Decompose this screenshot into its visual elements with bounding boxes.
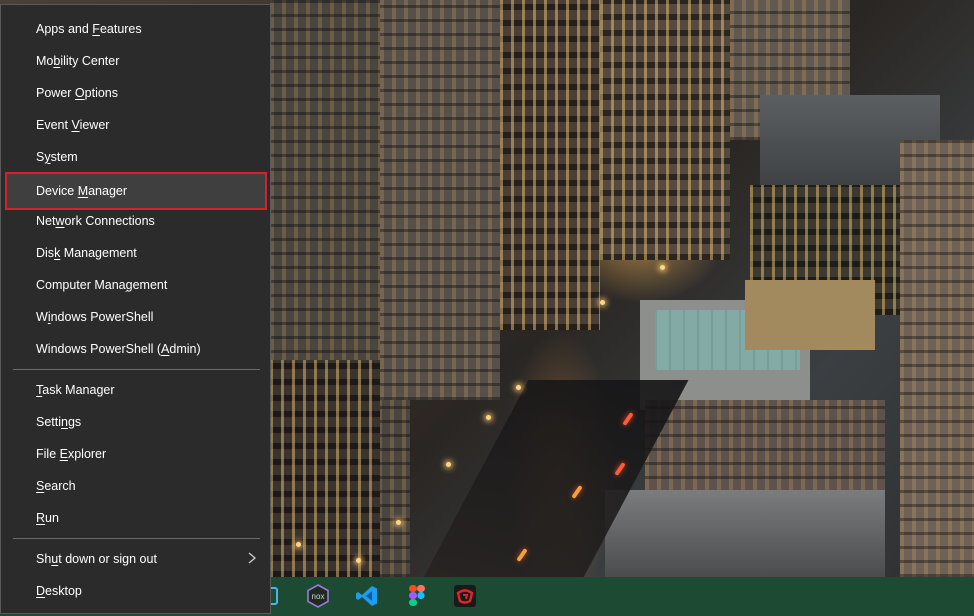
building [600,0,730,260]
menu-item-power-options[interactable]: Power Options [5,77,267,109]
menu-item-label: Desktop [36,584,82,598]
menu-item-disk-management[interactable]: Disk Management [5,237,267,269]
menu-item-windows-powershell-admin[interactable]: Windows PowerShell (Admin) [5,333,267,365]
menu-item-label: Windows PowerShell [36,310,154,324]
menu-item-label: Network Connections [36,214,155,228]
menu-item-label: System [36,150,78,164]
figma-icon[interactable] [404,583,430,609]
menu-separator [13,369,260,370]
menu-item-label: Mobility Center [36,54,120,68]
street-light [296,542,301,547]
building [900,140,974,577]
menu-item-system[interactable]: System [5,141,267,173]
street-light [600,300,605,305]
menu-item-label: Search [36,479,76,493]
street-light [396,520,401,525]
menu-item-label: Windows PowerShell (Admin) [36,342,201,356]
menu-item-mobility-center[interactable]: Mobility Center [5,45,267,77]
menu-item-label: Run [36,511,59,525]
menu-item-event-viewer[interactable]: Event Viewer [5,109,267,141]
building [380,0,500,400]
menu-item-apps-and-features[interactable]: Apps and Features [5,13,267,45]
building [270,360,380,577]
menu-item-label: Device Manager [36,184,128,198]
nox-player-icon[interactable]: nox [305,583,331,609]
menu-item-run[interactable]: Run [5,502,267,534]
chevron-right-icon [248,552,257,564]
menu-item-search[interactable]: Search [5,470,267,502]
menu-item-file-explorer[interactable]: File Explorer [5,438,267,470]
menu-item-label: Disk Management [36,246,137,260]
menu-item-label: Event Viewer [36,118,110,132]
menu-item-label: Power Options [36,86,118,100]
garena-icon[interactable] [452,583,478,609]
street-light [356,558,361,563]
menu-item-shut-down-or-sign-out[interactable]: Shut down or sign out [5,543,267,575]
menu-item-network-connections[interactable]: Network Connections [5,205,267,237]
menu-item-windows-powershell[interactable]: Windows PowerShell [5,301,267,333]
menu-item-label: Task Manager [36,383,115,397]
menu-item-label: Settings [36,415,82,429]
menu-item-label: Shut down or sign out [36,552,157,566]
street-light [446,462,451,467]
street-light [516,385,521,390]
menu-item-settings[interactable]: Settings [5,406,267,438]
menu-item-label: File Explorer [36,447,107,461]
street-light [660,265,665,270]
rooftop [745,280,875,350]
power-user-menu: Apps and Features Mobility Center Power … [0,4,271,614]
menu-item-computer-management[interactable]: Computer Management [5,269,267,301]
building [500,0,600,330]
nox-label: nox [312,592,325,601]
menu-item-label: Computer Management [36,278,168,292]
street-light [486,415,491,420]
vscode-icon[interactable] [354,583,380,609]
menu-item-desktop[interactable]: Desktop [5,575,267,607]
menu-item-label: Apps and Features [36,22,142,36]
rooftop [605,490,885,577]
menu-item-task-manager[interactable]: Task Manager [5,374,267,406]
menu-separator [13,538,260,539]
